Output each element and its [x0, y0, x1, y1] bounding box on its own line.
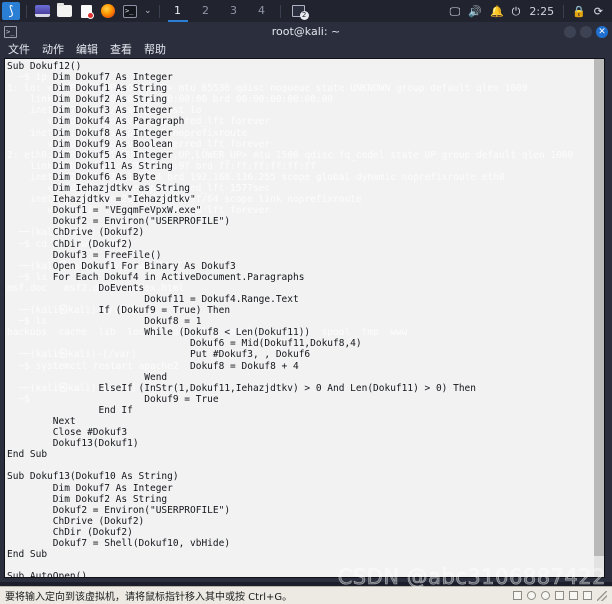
volume-icon[interactable]: 🔊: [468, 6, 482, 17]
menu-help[interactable]: 帮助: [144, 42, 166, 58]
vm-sound-icon[interactable]: [569, 591, 578, 600]
chevron-down-icon[interactable]: ⌄: [141, 6, 155, 16]
firefox-icon[interactable]: [98, 2, 118, 20]
kali-dragon-glyph: ⟆: [2, 2, 20, 20]
taskbar-separator-3: [279, 4, 281, 18]
terminal-scrollbar[interactable]: [594, 59, 604, 577]
terminal-scrollbar-thumb[interactable]: [594, 59, 604, 557]
taskbar-launchers: ⟆ >_ ⌄ 1 2 3 4 2: [0, 0, 309, 22]
restart-icon[interactable]: ⟳: [594, 6, 603, 17]
window-titlebar[interactable]: >_ root@kali: ~ ✕: [0, 22, 612, 42]
taskbar-separator-1: [26, 4, 27, 18]
folder-glyph: [56, 3, 72, 17]
terminal-glyph: >_: [123, 4, 137, 18]
files-manager-glyph: [34, 5, 50, 17]
menu-file[interactable]: 文件: [8, 42, 30, 58]
menu-edit[interactable]: 编辑: [76, 42, 98, 58]
document-blocked-icon[interactable]: [76, 2, 96, 20]
document-blocked-glyph: [80, 4, 94, 19]
folder-icon[interactable]: [54, 2, 74, 20]
minimize-button[interactable]: [564, 26, 576, 38]
window-menubar: 文件 动作 编辑 查看 帮助: [0, 42, 612, 58]
desktop-taskbar: ⟆ >_ ⌄ 1 2 3 4 2 🖵 🔊 🔔 ⏻ 2:25 🔒 ⟳: [0, 0, 612, 23]
menu-view[interactable]: 查看: [110, 42, 132, 58]
taskbar-tray: 🖵 🔊 🔔 ⏻ 2:25 🔒 ⟳: [446, 0, 612, 22]
close-button[interactable]: ✕: [596, 26, 608, 38]
maximize-button[interactable]: [580, 26, 592, 38]
window-buttons: ✕: [564, 26, 608, 38]
workspace-3[interactable]: 3: [220, 1, 248, 22]
clock[interactable]: 2:25: [529, 5, 554, 18]
taskbar-separator-2: [158, 4, 160, 18]
files-manager-icon[interactable]: [32, 2, 52, 20]
terminal-task-icon[interactable]: 2: [289, 2, 309, 20]
vm-cd-icon[interactable]: [541, 591, 550, 600]
vm-screen: ⟆ >_ ⌄ 1 2 3 4 2 🖵 🔊 🔔 ⏻ 2:25 🔒 ⟳ >_ roo…: [0, 0, 612, 604]
terminal-task-badge: 2: [299, 11, 309, 20]
terminal-screen[interactable]: ─$ ip a 1: lo: <LOOPBACK,UP,LOWER_UP> mt…: [5, 59, 604, 577]
vmware-status-text: 要将输入定向到该虚拟机，请将鼠标指针移入其中或按 Ctrl+G。: [5, 592, 293, 603]
terminal-icon[interactable]: >_: [120, 2, 140, 20]
terminal-frame: ─$ ip a 1: lo: <LOOPBACK,UP,LOWER_UP> mt…: [4, 58, 605, 578]
workspace-1[interactable]: 1: [164, 1, 192, 22]
vm-usb-icon[interactable]: [555, 591, 564, 600]
notification-bell-icon[interactable]: 🔔: [490, 6, 504, 17]
vm-resize-grip[interactable]: [597, 590, 607, 601]
lock-icon[interactable]: 🔒: [572, 6, 586, 17]
menu-actions[interactable]: 动作: [42, 42, 64, 58]
terminal-window: >_ root@kali: ~ ✕ 文件 动作 编辑 查看 帮助 ─$ ip a…: [0, 22, 612, 582]
vmware-statusbar: 要将输入定向到该虚拟机，请将鼠标指针移入其中或按 Ctrl+G。: [0, 586, 612, 604]
firefox-glyph: [101, 4, 115, 18]
window-terminal-icon: >_: [4, 26, 17, 38]
vm-network-icon[interactable]: [527, 591, 536, 600]
vm-printer-icon[interactable]: [583, 591, 592, 600]
kali-dragon-icon[interactable]: ⟆: [1, 2, 21, 20]
display-icon[interactable]: 🖵: [450, 6, 461, 17]
workspace-4[interactable]: 4: [248, 1, 276, 22]
workspace-2[interactable]: 2: [192, 1, 220, 22]
taskbar-separator-4: [563, 4, 565, 18]
vmware-device-icons: [513, 590, 612, 601]
window-title: root@kali: ~: [271, 25, 341, 38]
vm-hdd-icon[interactable]: [513, 591, 522, 600]
terminal-vba-macro-output: Sub Dokuf12() Dim Dokuf7 As Integer Dim …: [7, 61, 476, 577]
power-icon[interactable]: ⏻: [512, 6, 521, 17]
